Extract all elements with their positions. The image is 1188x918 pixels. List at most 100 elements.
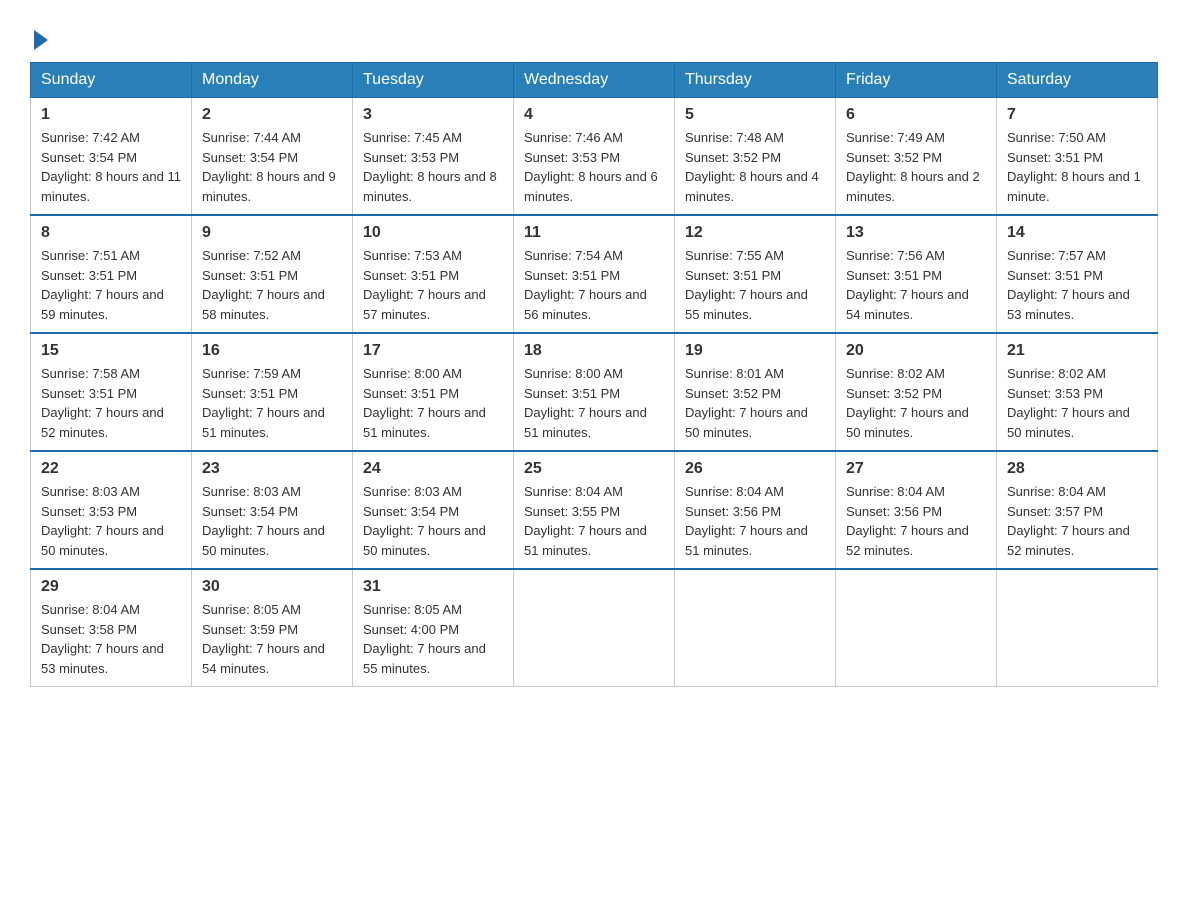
header-thursday: Thursday (675, 63, 836, 98)
day-number: 15 (41, 342, 181, 360)
day-info: Sunrise: 7:48 AMSunset: 3:52 PMDaylight:… (685, 128, 825, 206)
calendar-cell: 7 Sunrise: 7:50 AMSunset: 3:51 PMDayligh… (997, 98, 1158, 216)
day-number: 20 (846, 342, 986, 360)
week-row-1: 1 Sunrise: 7:42 AMSunset: 3:54 PMDayligh… (31, 98, 1158, 216)
calendar-cell: 31 Sunrise: 8:05 AMSunset: 4:00 PMDaylig… (353, 569, 514, 687)
day-info: Sunrise: 8:04 AMSunset: 3:55 PMDaylight:… (524, 482, 664, 560)
day-number: 24 (363, 460, 503, 478)
calendar-cell: 11 Sunrise: 7:54 AMSunset: 3:51 PMDaylig… (514, 215, 675, 333)
page-header (30, 20, 1158, 46)
day-info: Sunrise: 7:50 AMSunset: 3:51 PMDaylight:… (1007, 128, 1147, 206)
day-info: Sunrise: 8:00 AMSunset: 3:51 PMDaylight:… (363, 364, 503, 442)
day-info: Sunrise: 8:03 AMSunset: 3:53 PMDaylight:… (41, 482, 181, 560)
calendar-cell: 29 Sunrise: 8:04 AMSunset: 3:58 PMDaylig… (31, 569, 192, 687)
day-info: Sunrise: 7:55 AMSunset: 3:51 PMDaylight:… (685, 246, 825, 324)
day-info: Sunrise: 7:53 AMSunset: 3:51 PMDaylight:… (363, 246, 503, 324)
calendar-cell: 18 Sunrise: 8:00 AMSunset: 3:51 PMDaylig… (514, 333, 675, 451)
day-number: 1 (41, 106, 181, 124)
calendar-cell (836, 569, 997, 687)
day-info: Sunrise: 8:05 AMSunset: 4:00 PMDaylight:… (363, 600, 503, 678)
calendar-cell: 21 Sunrise: 8:02 AMSunset: 3:53 PMDaylig… (997, 333, 1158, 451)
calendar-cell: 6 Sunrise: 7:49 AMSunset: 3:52 PMDayligh… (836, 98, 997, 216)
calendar-cell (514, 569, 675, 687)
day-info: Sunrise: 7:57 AMSunset: 3:51 PMDaylight:… (1007, 246, 1147, 324)
logo (30, 28, 48, 46)
day-number: 29 (41, 578, 181, 596)
day-info: Sunrise: 7:44 AMSunset: 3:54 PMDaylight:… (202, 128, 342, 206)
calendar-cell: 26 Sunrise: 8:04 AMSunset: 3:56 PMDaylig… (675, 451, 836, 569)
day-number: 5 (685, 106, 825, 124)
calendar-cell: 16 Sunrise: 7:59 AMSunset: 3:51 PMDaylig… (192, 333, 353, 451)
day-number: 18 (524, 342, 664, 360)
calendar-cell: 4 Sunrise: 7:46 AMSunset: 3:53 PMDayligh… (514, 98, 675, 216)
header-saturday: Saturday (997, 63, 1158, 98)
calendar-cell: 19 Sunrise: 8:01 AMSunset: 3:52 PMDaylig… (675, 333, 836, 451)
day-info: Sunrise: 8:02 AMSunset: 3:52 PMDaylight:… (846, 364, 986, 442)
calendar-cell: 5 Sunrise: 7:48 AMSunset: 3:52 PMDayligh… (675, 98, 836, 216)
day-number: 30 (202, 578, 342, 596)
day-number: 28 (1007, 460, 1147, 478)
calendar-cell: 22 Sunrise: 8:03 AMSunset: 3:53 PMDaylig… (31, 451, 192, 569)
week-row-2: 8 Sunrise: 7:51 AMSunset: 3:51 PMDayligh… (31, 215, 1158, 333)
day-number: 26 (685, 460, 825, 478)
day-info: Sunrise: 8:02 AMSunset: 3:53 PMDaylight:… (1007, 364, 1147, 442)
day-info: Sunrise: 8:04 AMSunset: 3:57 PMDaylight:… (1007, 482, 1147, 560)
day-number: 21 (1007, 342, 1147, 360)
calendar-cell: 14 Sunrise: 7:57 AMSunset: 3:51 PMDaylig… (997, 215, 1158, 333)
day-number: 4 (524, 106, 664, 124)
calendar-cell: 15 Sunrise: 7:58 AMSunset: 3:51 PMDaylig… (31, 333, 192, 451)
calendar-cell: 17 Sunrise: 8:00 AMSunset: 3:51 PMDaylig… (353, 333, 514, 451)
day-number: 3 (363, 106, 503, 124)
day-number: 16 (202, 342, 342, 360)
day-info: Sunrise: 7:52 AMSunset: 3:51 PMDaylight:… (202, 246, 342, 324)
day-info: Sunrise: 7:56 AMSunset: 3:51 PMDaylight:… (846, 246, 986, 324)
day-number: 23 (202, 460, 342, 478)
day-number: 27 (846, 460, 986, 478)
day-info: Sunrise: 8:04 AMSunset: 3:56 PMDaylight:… (685, 482, 825, 560)
calendar-cell: 24 Sunrise: 8:03 AMSunset: 3:54 PMDaylig… (353, 451, 514, 569)
day-info: Sunrise: 8:03 AMSunset: 3:54 PMDaylight:… (363, 482, 503, 560)
day-number: 17 (363, 342, 503, 360)
day-info: Sunrise: 7:54 AMSunset: 3:51 PMDaylight:… (524, 246, 664, 324)
day-number: 11 (524, 224, 664, 242)
calendar-cell: 10 Sunrise: 7:53 AMSunset: 3:51 PMDaylig… (353, 215, 514, 333)
calendar-cell: 25 Sunrise: 8:04 AMSunset: 3:55 PMDaylig… (514, 451, 675, 569)
day-info: Sunrise: 7:42 AMSunset: 3:54 PMDaylight:… (41, 128, 181, 206)
week-row-4: 22 Sunrise: 8:03 AMSunset: 3:53 PMDaylig… (31, 451, 1158, 569)
day-info: Sunrise: 8:03 AMSunset: 3:54 PMDaylight:… (202, 482, 342, 560)
week-row-5: 29 Sunrise: 8:04 AMSunset: 3:58 PMDaylig… (31, 569, 1158, 687)
header-tuesday: Tuesday (353, 63, 514, 98)
day-info: Sunrise: 7:45 AMSunset: 3:53 PMDaylight:… (363, 128, 503, 206)
header-sunday: Sunday (31, 63, 192, 98)
day-number: 22 (41, 460, 181, 478)
calendar-cell: 2 Sunrise: 7:44 AMSunset: 3:54 PMDayligh… (192, 98, 353, 216)
header-monday: Monday (192, 63, 353, 98)
day-info: Sunrise: 7:51 AMSunset: 3:51 PMDaylight:… (41, 246, 181, 324)
day-number: 12 (685, 224, 825, 242)
day-number: 6 (846, 106, 986, 124)
calendar-cell: 30 Sunrise: 8:05 AMSunset: 3:59 PMDaylig… (192, 569, 353, 687)
day-number: 2 (202, 106, 342, 124)
logo-arrow-icon (34, 30, 48, 50)
day-info: Sunrise: 8:04 AMSunset: 3:58 PMDaylight:… (41, 600, 181, 678)
header-friday: Friday (836, 63, 997, 98)
day-info: Sunrise: 7:49 AMSunset: 3:52 PMDaylight:… (846, 128, 986, 206)
day-number: 14 (1007, 224, 1147, 242)
day-number: 25 (524, 460, 664, 478)
day-number: 8 (41, 224, 181, 242)
day-info: Sunrise: 7:59 AMSunset: 3:51 PMDaylight:… (202, 364, 342, 442)
day-number: 10 (363, 224, 503, 242)
calendar-cell: 28 Sunrise: 8:04 AMSunset: 3:57 PMDaylig… (997, 451, 1158, 569)
day-info: Sunrise: 8:00 AMSunset: 3:51 PMDaylight:… (524, 364, 664, 442)
calendar-cell: 9 Sunrise: 7:52 AMSunset: 3:51 PMDayligh… (192, 215, 353, 333)
day-info: Sunrise: 8:01 AMSunset: 3:52 PMDaylight:… (685, 364, 825, 442)
day-number: 31 (363, 578, 503, 596)
calendar-cell: 8 Sunrise: 7:51 AMSunset: 3:51 PMDayligh… (31, 215, 192, 333)
day-info: Sunrise: 8:04 AMSunset: 3:56 PMDaylight:… (846, 482, 986, 560)
day-info: Sunrise: 7:46 AMSunset: 3:53 PMDaylight:… (524, 128, 664, 206)
calendar-cell: 27 Sunrise: 8:04 AMSunset: 3:56 PMDaylig… (836, 451, 997, 569)
calendar-cell: 13 Sunrise: 7:56 AMSunset: 3:51 PMDaylig… (836, 215, 997, 333)
calendar-header-row: SundayMondayTuesdayWednesdayThursdayFrid… (31, 63, 1158, 98)
calendar-cell: 23 Sunrise: 8:03 AMSunset: 3:54 PMDaylig… (192, 451, 353, 569)
logo-top (30, 28, 48, 50)
